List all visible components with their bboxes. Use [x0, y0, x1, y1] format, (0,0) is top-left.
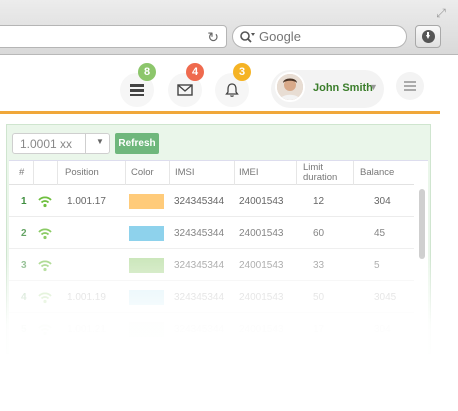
column-header[interactable]: Balance: [360, 161, 394, 185]
fullscreen-icon[interactable]: ⤢: [434, 6, 448, 20]
search-input[interactable]: [259, 29, 389, 44]
select-value: 1.0001 xx: [20, 137, 73, 151]
scrollbar[interactable]: [419, 189, 425, 259]
table-row[interactable]: 3 324345344 24001543 33 5: [9, 250, 414, 281]
column-header[interactable]: Limit duration: [303, 163, 347, 187]
row-balance: 45: [374, 228, 386, 239]
color-swatch: [129, 194, 164, 209]
table-row[interactable]: 5 1.001.21 324345344 24001543 17 304: [9, 314, 414, 345]
row-limit: 33: [313, 260, 325, 271]
column-divider: [234, 161, 235, 185]
column-divider: [57, 161, 58, 185]
row-limit: 60: [313, 228, 325, 239]
row-index: 1: [21, 196, 27, 207]
row-limit: 17: [313, 324, 325, 335]
table-row[interactable]: 2 324345344 24001543 60 45: [9, 218, 414, 249]
select-divider: [85, 134, 86, 153]
chevron-down-icon: ▼: [369, 82, 378, 92]
color-swatch: [129, 290, 164, 305]
avatar: [275, 72, 305, 102]
row-imsi: 324345344: [174, 324, 225, 335]
row-balance: 304: [374, 196, 391, 207]
wifi-icon: [38, 292, 52, 304]
row-imsi: 324345344: [174, 228, 225, 239]
app-header: 8 4 3 John Smith ▼: [0, 56, 440, 114]
column-divider: [353, 161, 354, 185]
row-imsi: 324345344: [174, 260, 225, 271]
user-name: John Smith: [313, 82, 373, 94]
color-swatch: [129, 258, 164, 273]
mail-icon: [177, 84, 193, 96]
list-badge: 8: [138, 63, 156, 81]
color-swatch: [129, 322, 164, 337]
browser-toolbar: ⤢ ↻: [0, 0, 458, 55]
column-header[interactable]: Position: [65, 161, 99, 185]
wifi-icon: [38, 260, 52, 272]
hamburger-icon: [404, 81, 416, 91]
sim-table: # Position Color IMSI IMEI Limit duratio…: [9, 160, 428, 360]
row-imsi: 324345344: [174, 292, 225, 303]
row-position: 1.001.17: [67, 196, 106, 207]
row-balance: 304: [374, 324, 391, 335]
row-imei: 24001543: [239, 324, 284, 335]
refresh-button[interactable]: Refresh: [115, 133, 159, 154]
row-index: 3: [21, 260, 27, 271]
row-imei: 24001543: [239, 196, 284, 207]
row-index: 2: [21, 228, 27, 239]
row-position: 1.001.21: [67, 324, 106, 335]
column-header[interactable]: Color: [131, 161, 154, 185]
wifi-icon: [38, 228, 52, 240]
search-bar[interactable]: [232, 25, 407, 48]
row-position: 1.001.19: [67, 292, 106, 303]
column-header[interactable]: IMEI: [239, 161, 259, 185]
mail-badge: 4: [186, 63, 204, 81]
value-select[interactable]: 1.0001 xx ▼: [12, 133, 110, 154]
column-divider: [33, 161, 34, 185]
column-divider: [169, 161, 170, 185]
mail-button[interactable]: 4: [168, 63, 204, 107]
column-divider: [296, 161, 297, 185]
row-imei: 24001543: [239, 260, 284, 271]
list-icon: [130, 84, 144, 96]
table-row[interactable]: 1 1.001.17 324345344 24001543 12 304: [9, 186, 414, 217]
row-index: 5: [21, 324, 27, 335]
row-balance: 5: [374, 260, 380, 271]
row-balance: 3045: [374, 292, 397, 303]
row-imsi: 324345344: [174, 196, 225, 207]
notifications-button[interactable]: 3: [215, 63, 251, 107]
chevron-down-icon: ▼: [96, 137, 104, 146]
wifi-icon: [38, 196, 52, 208]
row-limit: 12: [313, 196, 325, 207]
wifi-icon: [38, 324, 52, 336]
row-imei: 24001543: [239, 228, 284, 239]
sim-panel: 1.0001 xx ▼ Refresh # Position Color IMS…: [6, 124, 431, 360]
download-icon: [421, 30, 435, 43]
table-header: # Position Color IMSI IMEI Limit duratio…: [9, 161, 414, 185]
address-bar[interactable]: ↻: [0, 25, 227, 48]
list-button[interactable]: 8: [120, 63, 156, 107]
row-index: 4: [21, 292, 27, 303]
user-menu[interactable]: John Smith ▼: [271, 70, 384, 108]
column-divider: [125, 161, 126, 185]
reload-icon[interactable]: ↻: [207, 28, 219, 46]
color-swatch: [129, 226, 164, 241]
row-limit: 50: [313, 292, 325, 303]
search-icon: [240, 30, 255, 43]
table-row[interactable]: 4 1.001.19 324345344 24001543 50 3045: [9, 282, 414, 313]
bell-icon: [225, 83, 239, 97]
bell-badge: 3: [233, 63, 251, 81]
downloads-button[interactable]: [415, 25, 441, 48]
column-header[interactable]: IMSI: [175, 161, 195, 185]
row-imei: 24001543: [239, 292, 284, 303]
menu-button[interactable]: [396, 72, 424, 100]
column-header[interactable]: #: [19, 161, 24, 185]
